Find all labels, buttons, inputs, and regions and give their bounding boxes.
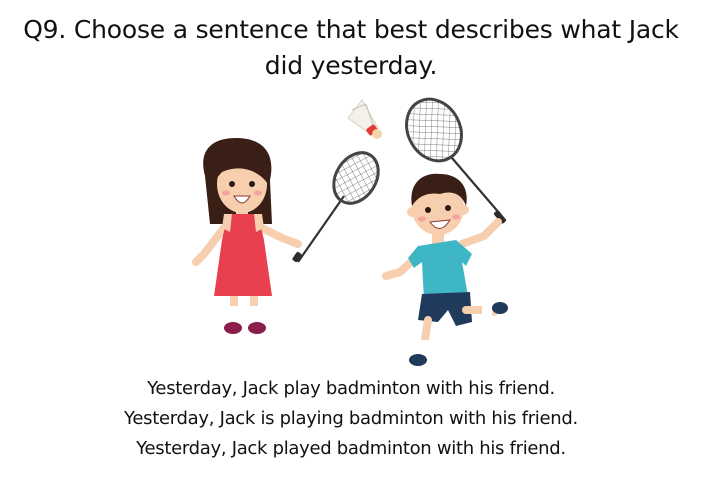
shuttlecock-icon — [347, 99, 382, 139]
answer-option-3[interactable]: Yesterday, Jack played badminton with hi… — [0, 434, 702, 464]
answer-option-2[interactable]: Yesterday, Jack is playing badminton wit… — [0, 404, 702, 434]
answer-options: Yesterday, Jack play badminton with his … — [0, 374, 702, 464]
girl-racket-icon — [292, 151, 380, 263]
quiz-slide: { "question": { "line1": "Q9. Choose a s… — [0, 0, 702, 496]
girl-figure — [192, 138, 302, 334]
answer-option-1[interactable]: Yesterday, Jack play badminton with his … — [0, 374, 702, 404]
